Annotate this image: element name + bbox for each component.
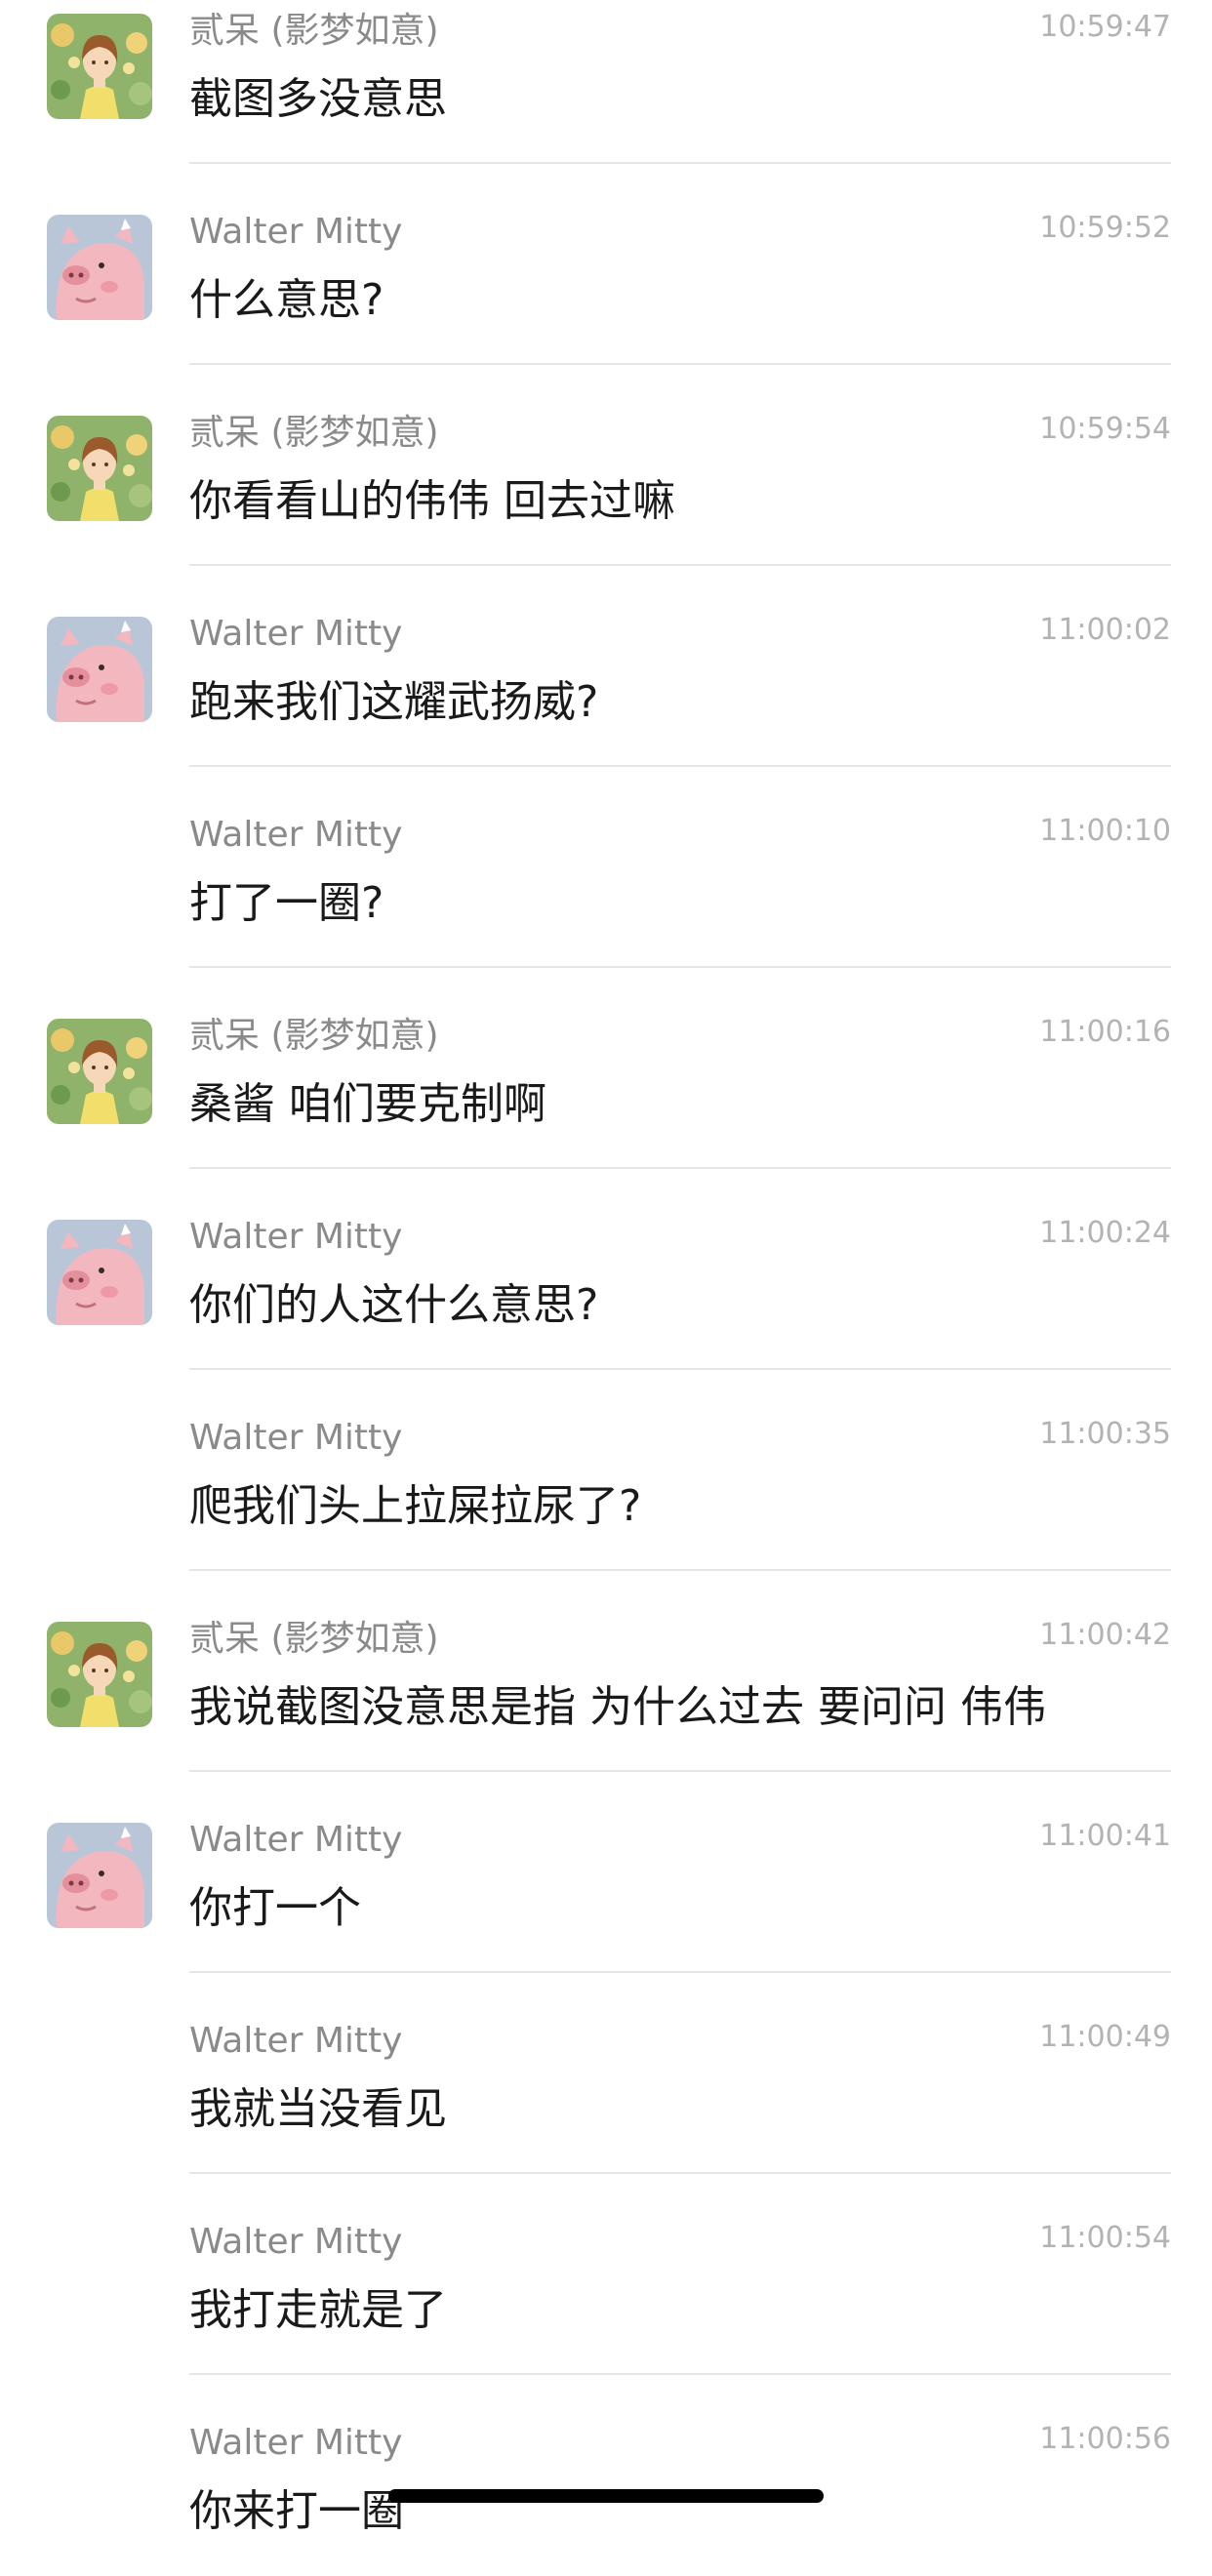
girl-avatar-icon xyxy=(47,14,152,119)
message-text[interactable]: 你打一个 xyxy=(189,1879,361,1938)
message-text[interactable]: 我打走就是了 xyxy=(189,2281,447,2340)
pig-avatar[interactable] xyxy=(47,617,152,722)
message-timestamp: 10:59:47 xyxy=(1039,10,1171,44)
message-item[interactable]: 贰呆 (影梦如意) 10:59:54 你看看山的伟伟 回去过嘛 xyxy=(0,365,1212,566)
sender-name: 贰呆 (影梦如意) xyxy=(189,413,439,453)
message-text[interactable]: 跑来我们这耀武扬威? xyxy=(189,673,598,732)
message-text[interactable]: 爬我们头上拉屎拉尿了? xyxy=(189,1477,641,1536)
sender-name: Walter Mitty xyxy=(189,212,403,252)
message-timestamp: 11:00:16 xyxy=(1039,1015,1171,1049)
message-text[interactable]: 什么意思? xyxy=(189,271,384,330)
message-item[interactable]: 贰呆 (影梦如意) 11:00:16 桑酱 咱们要克制啊 xyxy=(0,968,1212,1169)
pig-avatar-icon xyxy=(47,617,152,722)
girl-avatar[interactable] xyxy=(47,1622,152,1727)
message-timestamp: 11:00:35 xyxy=(1039,1417,1171,1451)
sender-name: Walter Mitty xyxy=(189,2423,403,2463)
chat-message-list[interactable]: 贰呆 (影梦如意) 10:59:47 截图多没意思 Walter Mitty 1… xyxy=(0,0,1212,2576)
message-item[interactable]: Walter Mitty 11:00:35 爬我们头上拉屎拉尿了? xyxy=(0,1370,1212,1571)
message-item[interactable]: 贰呆 (影梦如意) 11:00:42 我说截图没意思是指 为什么过去 要问问 伟… xyxy=(0,1571,1212,1772)
pig-avatar[interactable] xyxy=(47,1220,152,1325)
sender-name: 贰呆 (影梦如意) xyxy=(189,1016,439,1056)
message-text[interactable]: 打了一圈? xyxy=(189,874,384,933)
home-indicator[interactable] xyxy=(388,2489,824,2503)
message-item[interactable]: Walter Mitty 11:00:24 你们的人这什么意思? xyxy=(0,1169,1212,1370)
sender-name: Walter Mitty xyxy=(189,1418,403,1458)
message-item[interactable]: Walter Mitty 11:00:54 我打走就是了 xyxy=(0,2174,1212,2375)
girl-avatar-icon xyxy=(47,416,152,521)
sender-name: 贰呆 (影梦如意) xyxy=(189,11,439,51)
message-timestamp: 11:00:54 xyxy=(1039,2221,1171,2255)
message-timestamp: 11:00:49 xyxy=(1039,2020,1171,2054)
pig-avatar-icon xyxy=(47,215,152,320)
message-timestamp: 11:00:02 xyxy=(1039,613,1171,647)
message-text[interactable]: 你看看山的伟伟 回去过嘛 xyxy=(189,472,675,531)
message-item[interactable]: Walter Mitty 10:59:52 什么意思? xyxy=(0,164,1212,365)
message-text[interactable]: 我说截图没意思是指 为什么过去 要问问 伟伟 xyxy=(189,1678,1046,1737)
message-timestamp: 11:00:10 xyxy=(1039,814,1171,848)
message-text[interactable]: 桑酱 咱们要克制啊 xyxy=(189,1075,546,1134)
sender-name: Walter Mitty xyxy=(189,815,403,855)
message-item[interactable]: Walter Mitty 11:00:49 我就当没看见 xyxy=(0,1973,1212,2174)
message-item[interactable]: Walter Mitty 11:00:02 跑来我们这耀武扬威? xyxy=(0,566,1212,767)
pig-avatar-icon xyxy=(47,1823,152,1928)
pig-avatar[interactable] xyxy=(47,215,152,320)
sender-name: Walter Mitty xyxy=(189,614,403,654)
pig-avatar[interactable] xyxy=(47,1823,152,1928)
message-timestamp: 10:59:54 xyxy=(1039,412,1171,446)
girl-avatar[interactable] xyxy=(47,14,152,119)
message-timestamp: 11:00:24 xyxy=(1039,1216,1171,1250)
sender-name: Walter Mitty xyxy=(189,2021,403,2061)
message-item[interactable]: Walter Mitty 11:00:10 打了一圈? xyxy=(0,767,1212,968)
message-item[interactable]: Walter Mitty 11:00:56 你来打一圈 xyxy=(0,2375,1212,2576)
message-text[interactable]: 你们的人这什么意思? xyxy=(189,1276,598,1335)
girl-avatar[interactable] xyxy=(47,416,152,521)
girl-avatar-icon xyxy=(47,1019,152,1124)
sender-name: 贰呆 (影梦如意) xyxy=(189,1619,439,1659)
sender-name: Walter Mitty xyxy=(189,1820,403,1860)
message-timestamp: 11:00:56 xyxy=(1039,2422,1171,2456)
message-timestamp: 11:00:42 xyxy=(1039,1618,1171,1652)
message-item[interactable]: Walter Mitty 11:00:41 你打一个 xyxy=(0,1772,1212,1973)
pig-avatar-icon xyxy=(47,1220,152,1325)
message-item[interactable]: 贰呆 (影梦如意) 10:59:47 截图多没意思 xyxy=(0,0,1212,164)
message-timestamp: 11:00:41 xyxy=(1039,1819,1171,1853)
message-text[interactable]: 我就当没看见 xyxy=(189,2080,447,2139)
message-text[interactable]: 截图多没意思 xyxy=(189,70,447,129)
message-text[interactable]: 你来打一圈 xyxy=(189,2482,404,2541)
sender-name: Walter Mitty xyxy=(189,1217,403,1257)
girl-avatar-icon xyxy=(47,1622,152,1727)
sender-name: Walter Mitty xyxy=(189,2222,403,2262)
girl-avatar[interactable] xyxy=(47,1019,152,1124)
message-timestamp: 10:59:52 xyxy=(1039,211,1171,245)
